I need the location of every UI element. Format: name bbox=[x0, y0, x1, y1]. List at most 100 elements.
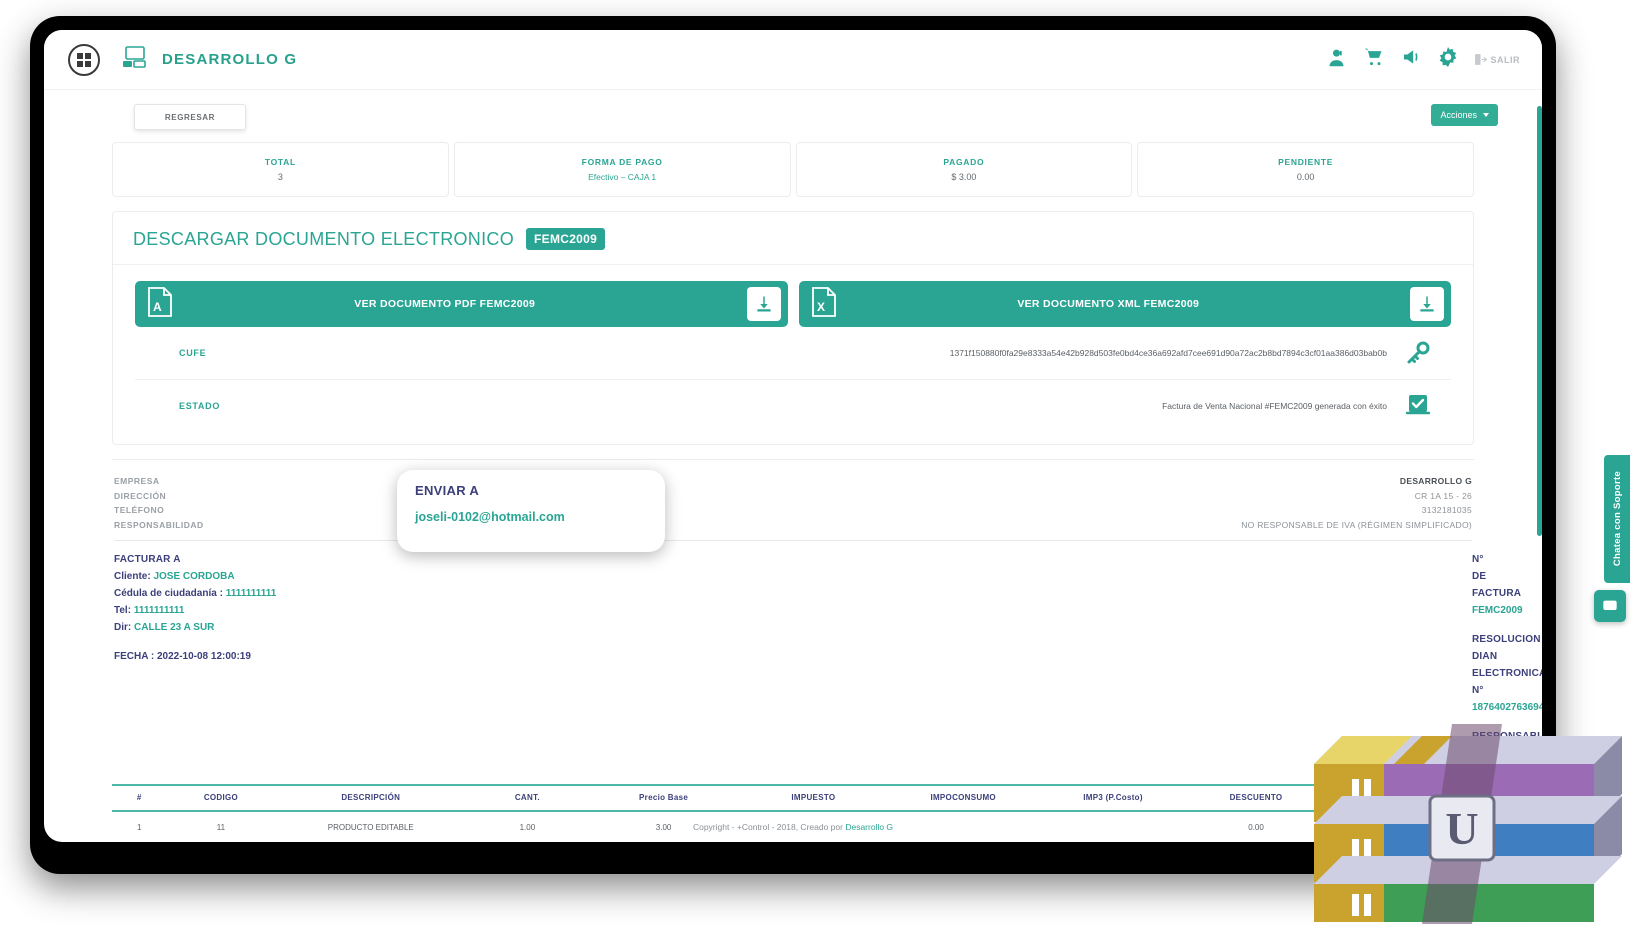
gear-icon[interactable] bbox=[1438, 47, 1458, 72]
view-xml-button[interactable]: X VER DOCUMENTO XML FEMC2009 bbox=[798, 281, 1451, 327]
actions-label: Acciones bbox=[1440, 110, 1477, 120]
client-value: JOSE CORDOBA bbox=[153, 571, 235, 582]
label-empresa: EMPRESA bbox=[114, 476, 160, 486]
view-pdf-button[interactable]: A VER DOCUMENTO PDF FEMC2009 bbox=[135, 281, 788, 327]
app-menu-grid-icon[interactable] bbox=[68, 43, 100, 76]
company-value-column: DESARROLLO G CR 1A 15 - 26 3132181035 NO… bbox=[1241, 474, 1472, 532]
value-telefono: 3132181035 bbox=[1421, 505, 1472, 515]
view-xml-label: VER DOCUMENTO XML FEMC2009 bbox=[1017, 298, 1200, 310]
download-icon bbox=[1420, 296, 1434, 312]
check-box-icon bbox=[1401, 394, 1435, 418]
col-impoconsumo: IMPOCONSUMO bbox=[888, 784, 1039, 812]
screenshot-root: DESARROLLO G SALIR REGRESAR Acciones TOT… bbox=[0, 0, 1648, 932]
download-xml-button[interactable] bbox=[1410, 287, 1444, 321]
chat-support-label: Chatea con Soporte bbox=[1611, 471, 1623, 567]
document-number-badge: FEMC2009 bbox=[526, 228, 606, 250]
invoice-header-row: EMPRESA DIRECCIÓN TELÉFONO RESPONSABILID… bbox=[114, 474, 1472, 532]
back-button[interactable]: REGRESAR bbox=[134, 104, 246, 130]
card-header: DESCARGAR DOCUMENTO ELECTRONICO FEMC2009 bbox=[113, 212, 1473, 265]
view-pdf-label: VER DOCUMENTO PDF FEMC2009 bbox=[354, 298, 536, 310]
download-icon bbox=[756, 296, 771, 312]
estado-row: ESTADO Factura de Venta Nacional #FEMC20… bbox=[135, 380, 1451, 432]
pdf-file-icon: A bbox=[147, 286, 173, 322]
bill-to-column: FACTURAR A Cliente: JOSE CORDOBA Cédula … bbox=[114, 551, 712, 762]
label-telefono: TELÉFONO bbox=[114, 505, 165, 515]
logout-label: SALIR bbox=[1490, 54, 1520, 65]
header-actions: SALIR bbox=[1326, 47, 1521, 73]
client-key: Cliente: bbox=[114, 571, 151, 582]
footer-link[interactable]: Desarrollo G bbox=[845, 822, 893, 832]
chat-support-tab[interactable]: Chatea con Soporte bbox=[1604, 455, 1630, 583]
logout-button[interactable]: SALIR bbox=[1474, 53, 1521, 66]
tooltip-title: ENVIAR A bbox=[415, 483, 480, 498]
svg-text:U: U bbox=[1445, 803, 1478, 854]
divider bbox=[114, 540, 1472, 541]
summary-cards: TOTAL 3 FORMA DE PAGO Efectivo – CAJA 1 … bbox=[66, 142, 1520, 197]
stat-title: FORMA DE PAGO bbox=[581, 157, 663, 167]
computer-icon bbox=[122, 46, 146, 73]
cedula-key: Cédula de ciudadanía : bbox=[114, 588, 223, 599]
page-toolbar: REGRESAR Acciones bbox=[66, 104, 1520, 138]
chat-bubble-button[interactable] bbox=[1594, 590, 1626, 622]
logout-icon bbox=[1474, 54, 1487, 65]
page-scrollbar[interactable] bbox=[1537, 106, 1542, 536]
tooltip-email: joseli-0102@hotmail.com bbox=[415, 510, 565, 524]
shopping-cart-icon[interactable] bbox=[1363, 47, 1385, 72]
fecha-key: FECHA : bbox=[114, 651, 155, 662]
estado-label: ESTADO bbox=[179, 401, 221, 411]
footer-text: Copyright - +Control - 2018, Creado por bbox=[692, 822, 846, 832]
invoice-columns: FACTURAR A Cliente: JOSE CORDOBA Cédula … bbox=[114, 551, 1542, 762]
chat-icon bbox=[1603, 600, 1617, 610]
stat-title: PENDIENTE bbox=[1278, 157, 1334, 167]
send-to-tooltip: ENVIAR A joseli-0102@hotmail.com bbox=[397, 470, 665, 552]
stat-value: Efectivo – CAJA 1 bbox=[588, 172, 657, 182]
company-label-column: EMPRESA DIRECCIÓN TELÉFONO RESPONSABILID… bbox=[114, 474, 204, 532]
col-precio-base: Precio Base bbox=[588, 784, 739, 812]
cedula-line: Cédula de ciudadanía : 1111111111 bbox=[114, 585, 712, 602]
col-index: # bbox=[112, 784, 167, 812]
xml-file-icon: X bbox=[811, 286, 837, 322]
fecha-line: FECHA : 2022-10-08 12:00:19 bbox=[114, 648, 712, 665]
table-header-row: # CODIGO DESCRIPCIÓN CANT. Precio Base I… bbox=[112, 784, 1474, 812]
bill-to-title: FACTURAR A bbox=[114, 554, 181, 565]
invoice-details: ENVIAR A joseli-0102@hotmail.com EMPRESA… bbox=[112, 459, 1542, 762]
megaphone-icon[interactable] bbox=[1401, 47, 1422, 72]
chevron-down-icon bbox=[1483, 113, 1489, 117]
stat-card-pagado: PAGADO $ 3.00 bbox=[795, 142, 1133, 197]
support-agent-icon[interactable] bbox=[1326, 47, 1347, 73]
tel-line: Tel: 1111111111 bbox=[114, 602, 712, 619]
actions-dropdown-button[interactable]: Acciones bbox=[1431, 104, 1498, 126]
key-icon bbox=[1401, 341, 1435, 365]
label-direccion: DIRECCIÓN bbox=[114, 490, 167, 501]
label-responsabilidad: RESPONSABILIDAD bbox=[114, 519, 204, 530]
stat-value: 3 bbox=[277, 172, 283, 182]
dir-key: Dir: bbox=[114, 622, 132, 633]
download-document-card: DESCARGAR DOCUMENTO ELECTRONICO FEMC2009… bbox=[112, 211, 1474, 445]
winrar-archive-icon[interactable]: U bbox=[1302, 684, 1632, 924]
download-pdf-button[interactable] bbox=[746, 287, 781, 321]
col-impuesto: IMPUESTO bbox=[738, 784, 889, 812]
card-body: A VER DOCUMENTO PDF FEMC2009 X VER DOCUM… bbox=[113, 265, 1473, 444]
cufe-value: 1371f150880f0fa29e8333a54e42b928d503fe0b… bbox=[949, 348, 1387, 358]
line-items-table: # CODIGO DESCRIPCIÓN CANT. Precio Base I… bbox=[112, 784, 1474, 842]
col-imp3: IMP3 (P.Costo) bbox=[1038, 784, 1188, 812]
cufe-label: CUFE bbox=[179, 348, 207, 358]
stat-card-pendiente: PENDIENTE 0.00 bbox=[1137, 142, 1474, 197]
app-header: DESARROLLO G SALIR bbox=[44, 30, 1542, 90]
tel-key: Tel: bbox=[114, 605, 132, 616]
stat-title: TOTAL bbox=[264, 157, 296, 167]
value-empresa: DESARROLLO G bbox=[1399, 476, 1472, 486]
stat-card-total: TOTAL 3 bbox=[112, 142, 449, 197]
dir-line: Dir: CALLE 23 A SUR bbox=[114, 619, 712, 636]
client-line: Cliente: JOSE CORDOBA bbox=[114, 568, 712, 585]
stat-title: PAGADO bbox=[943, 157, 985, 167]
tel-value: 1111111111 bbox=[133, 605, 185, 616]
cufe-row: CUFE 1371f150880f0fa29e8333a54e42b928d50… bbox=[135, 327, 1451, 380]
fecha-value: 2022-10-08 12:00:19 bbox=[156, 651, 251, 662]
stat-value: $ 3.00 bbox=[951, 172, 977, 182]
estado-value: Factura de Venta Nacional #FEMC2009 gene… bbox=[1162, 401, 1387, 411]
value-direccion: CR 1A 15 - 26 bbox=[1414, 490, 1472, 501]
card-title: DESCARGAR DOCUMENTO ELECTRONICO bbox=[133, 228, 515, 249]
col-codigo: CODIGO bbox=[166, 784, 276, 812]
